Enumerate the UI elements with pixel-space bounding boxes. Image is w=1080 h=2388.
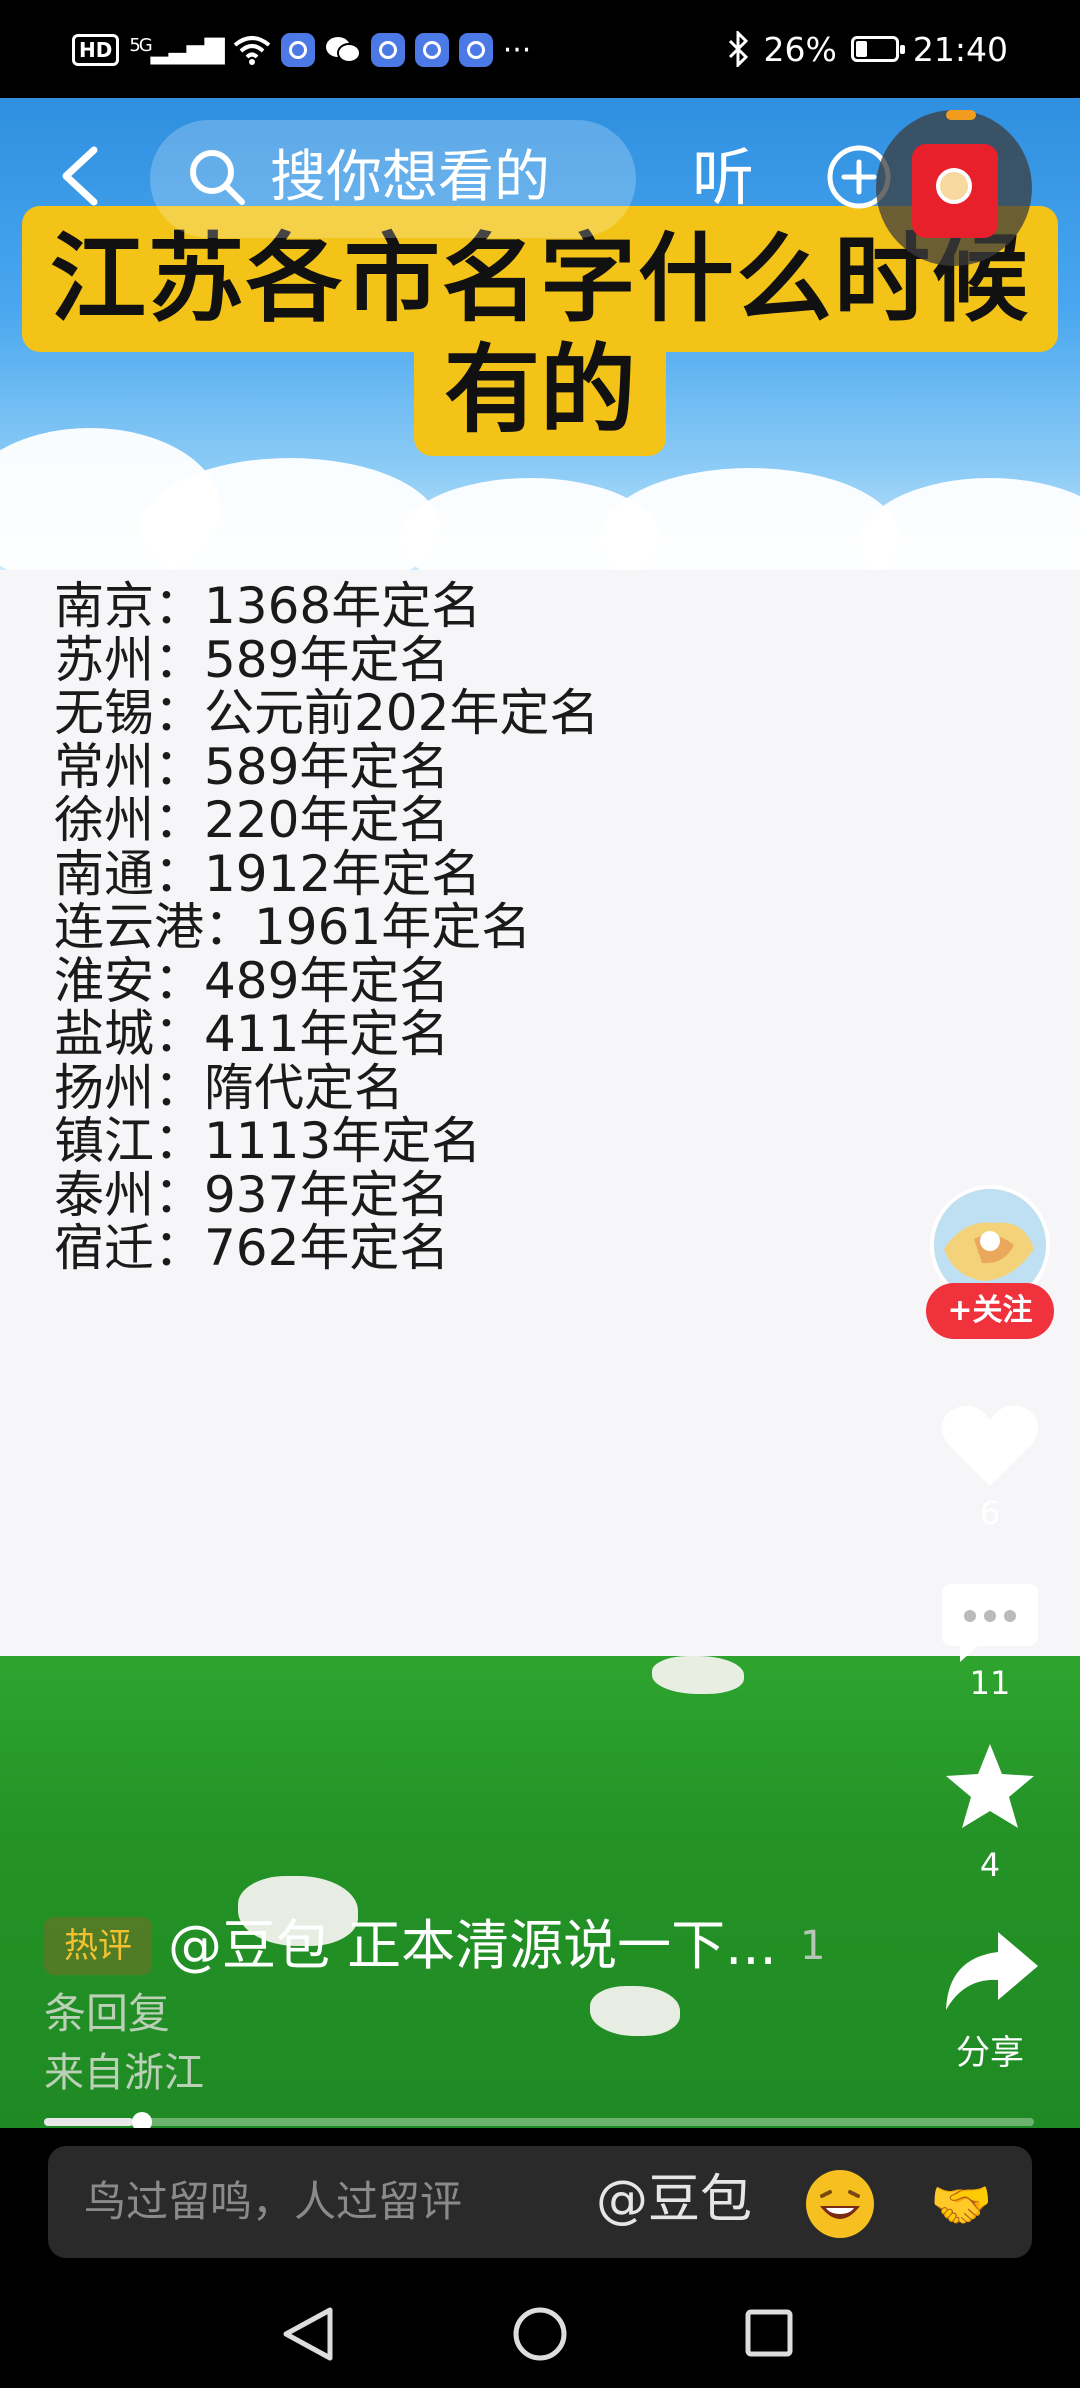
comment-placeholder: 鸟过留鸣，人过留评 (84, 2177, 463, 2226)
system-nav-bar (283, 2307, 793, 2361)
battery-percent: 26% (763, 29, 837, 69)
comment-location: 来自浙江 (44, 2050, 204, 2096)
app-notification-icon (280, 33, 315, 67)
red-packet-badge (946, 110, 976, 120)
laughing-emoji-icon[interactable] (806, 2170, 874, 2238)
search-placeholder: 搜你想看的 (270, 145, 550, 210)
sheep-image (590, 1986, 680, 2036)
nav-back-icon[interactable] (283, 2307, 333, 2361)
status-right: 26% 21:40 (726, 24, 1008, 74)
favorite-star-icon[interactable] (938, 1742, 1042, 1832)
mention-doubao-button[interactable]: @豆包 (596, 2160, 752, 2240)
back-arrow-icon[interactable] (52, 146, 112, 206)
app-notification-icon (370, 33, 405, 67)
share-label: 分享 (956, 2033, 1024, 2073)
favorite-count: 4 (979, 1846, 1001, 1884)
follow-button[interactable]: +关注 (926, 1283, 1054, 1339)
status-left: HD 5G▂▃▅▇ ··· (72, 30, 531, 70)
app-notification-icon (414, 33, 449, 67)
nav-home-icon[interactable] (513, 2307, 567, 2361)
comment-bubble-icon[interactable] (938, 1578, 1042, 1668)
comment-count: 11 (969, 1664, 1011, 1702)
video-player[interactable]: 江苏各市名字什么时候 有的 南京：1368年定名 苏州：589年定名 无锡：公元前2… (0, 98, 1080, 2128)
reply-count: 1 (800, 1923, 826, 1969)
video-title-line2: 有的 (444, 334, 636, 446)
signal-icon: 5G▂▃▅▇ (129, 35, 224, 65)
like-heart-icon[interactable] (938, 1400, 1042, 1490)
city-row: 宿迁：762年定名 (54, 1219, 450, 1277)
search-icon (190, 150, 245, 205)
wechat-icon (325, 37, 361, 63)
network-label: 5G (129, 35, 152, 56)
red-packet-seal (936, 168, 972, 204)
listen-button[interactable]: 听 (692, 136, 754, 220)
clock: 21:40 (912, 29, 1008, 69)
bluetooth-icon (728, 31, 748, 67)
more-notifications: ··· (502, 32, 532, 68)
sheep-image (652, 1656, 744, 1694)
nav-recents-icon[interactable] (745, 2309, 793, 2357)
share-arrow-icon[interactable] (938, 1926, 1042, 2016)
video-progress-track[interactable] (44, 2118, 1034, 2126)
hd-badge: HD (72, 34, 120, 66)
wifi-icon (233, 36, 271, 65)
hot-comment-text[interactable]: @豆包 正本清源说一下... (168, 1910, 868, 1982)
hot-comment-tag: 热评 (44, 1917, 152, 1975)
video-progress-fill (44, 2118, 133, 2126)
like-count: 6 (979, 1494, 1001, 1532)
status-bar: HD 5G▂▃▅▇ ··· 26% 21:40 (0, 0, 1080, 98)
reply-suffix[interactable]: 条回复 (44, 1986, 170, 2042)
app-notification-icon (458, 33, 493, 67)
battery-icon (850, 36, 905, 62)
handshake-emoji-icon[interactable]: 🤝 (930, 2172, 992, 2238)
